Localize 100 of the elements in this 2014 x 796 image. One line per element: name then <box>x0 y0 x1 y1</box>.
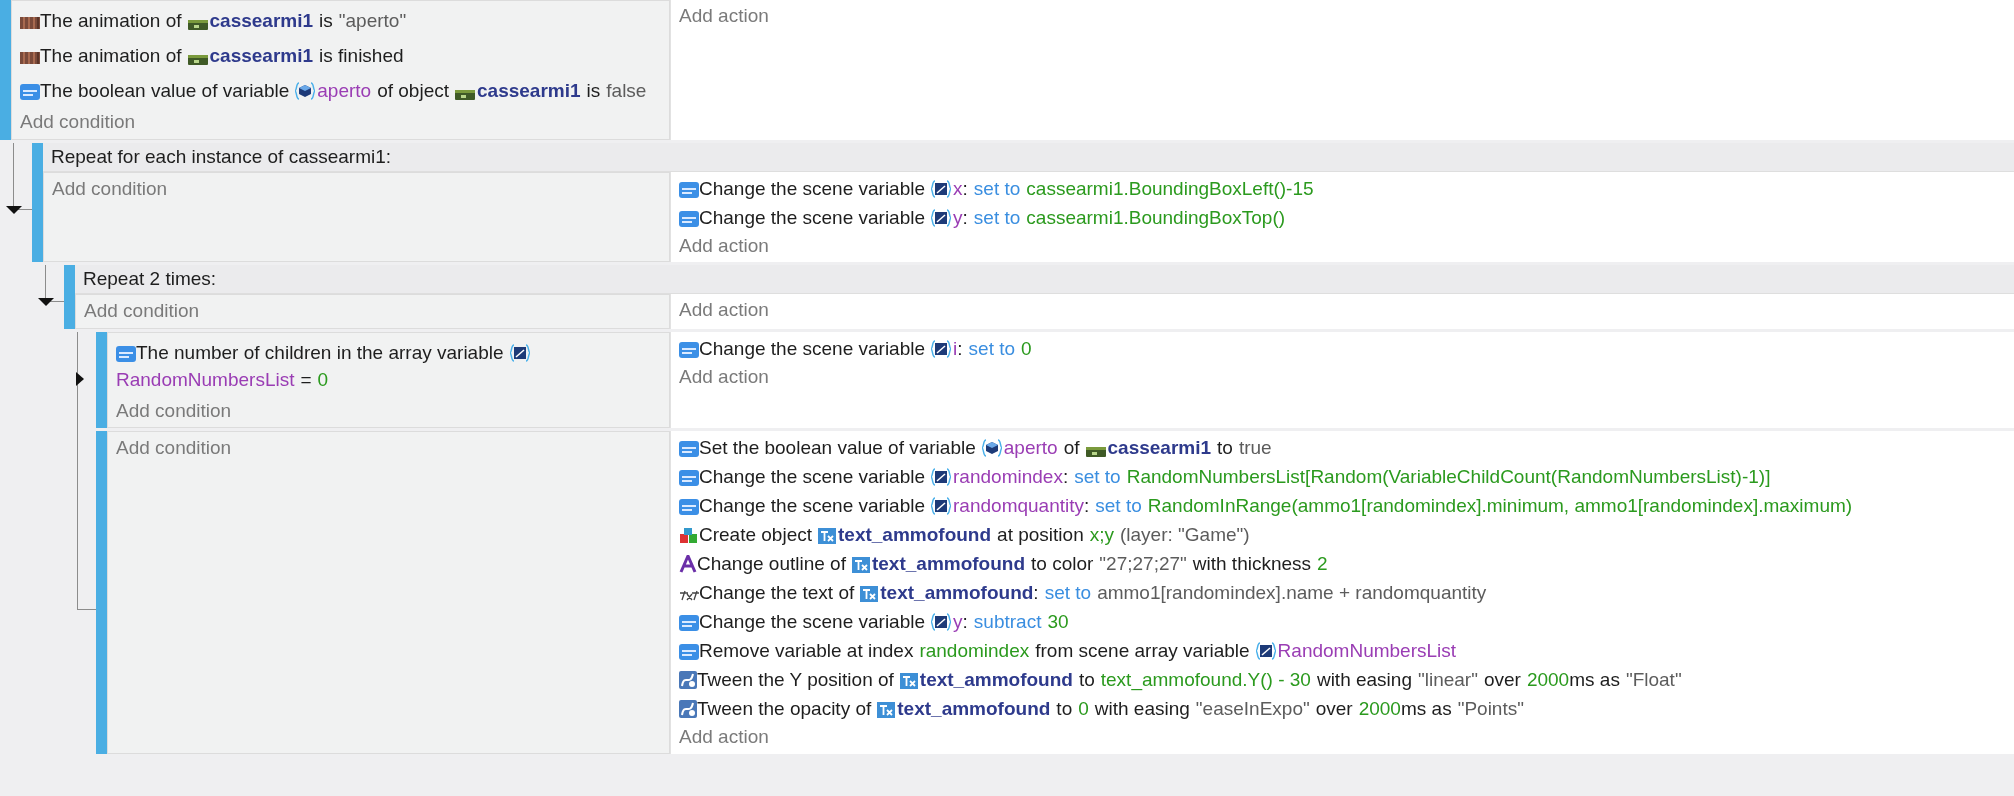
value-text: 0 <box>1021 337 1032 359</box>
instruction-text: The number of children in the array variable <box>136 341 504 363</box>
variable-icon <box>116 345 136 362</box>
instruction-text: Change the scene variable <box>699 611 926 632</box>
instruction-text: of object <box>377 80 449 101</box>
add-condition-button[interactable]: Add condition <box>52 174 168 202</box>
add-action-button[interactable]: Add action <box>679 2 769 29</box>
add-action-button[interactable]: Add action <box>679 231 769 259</box>
crate-icon <box>1085 445 1106 457</box>
instruction-text: at position <box>997 524 1084 545</box>
object-name: text_ammofound <box>838 524 992 545</box>
instruction-text: Tween the opacity of <box>697 698 872 719</box>
instruction-text: Change the text of <box>699 582 855 603</box>
instruction-text: The animation of <box>40 10 182 31</box>
value-text: RandomNumbersList[Random(VariableChildCount(RandomNumbersList)-1)] <box>1126 466 1771 487</box>
variable-name: x <box>953 177 963 199</box>
string-value: (layer: "Game") <box>1120 524 1250 545</box>
instruction-text: ms as <box>1400 698 1452 719</box>
toggle-arrow-icon[interactable] <box>38 297 54 306</box>
variable-name: RandomNumbersList <box>116 368 295 390</box>
object-name: text_ammofound <box>897 698 1051 719</box>
add-action-button[interactable]: Add action <box>679 723 769 750</box>
object-name: cassearmi1 <box>209 10 314 31</box>
repeat-header: Repeat for each instance of cassearmi1: <box>43 142 2014 172</box>
string-value: "linear" <box>1418 669 1478 690</box>
value-text: 2000 <box>1358 698 1401 719</box>
string-value: false <box>606 80 647 101</box>
operator-text: set to <box>1044 582 1092 603</box>
crate-icon <box>187 18 208 30</box>
value-text: text_ammofound.Y() - 30 <box>1100 669 1311 690</box>
variable-icon <box>679 341 699 358</box>
instruction-text: ms as <box>1569 669 1620 690</box>
operator-text: set to <box>973 206 1021 228</box>
instruction-text: Create object <box>699 524 812 545</box>
instruction-text: : <box>1084 495 1090 516</box>
braces-picture-icon <box>931 468 952 486</box>
instruction-text: Change the scene variable <box>699 337 926 359</box>
toggle-arrow-icon[interactable] <box>6 205 22 214</box>
add-action-button[interactable]: Add action <box>679 362 769 390</box>
braces-picture-icon <box>931 497 952 515</box>
variable-name: y <box>953 206 963 228</box>
value-text: 2000 <box>1526 669 1570 690</box>
film-strip-icon <box>20 16 40 30</box>
instruction-text: to color <box>1031 553 1094 574</box>
event-handle-bar[interactable] <box>64 265 75 329</box>
instruction-text: Change the scene variable <box>699 206 926 228</box>
instruction-text: Set the boolean value of variable <box>699 437 976 458</box>
variable-icon <box>679 499 699 515</box>
operator-text: set to <box>973 177 1021 199</box>
variable-icon <box>679 181 699 198</box>
event-handle-bar[interactable] <box>96 431 107 754</box>
object-name: cassearmi1 <box>477 80 581 101</box>
value-text: 0 <box>317 368 329 390</box>
text-object-icon <box>860 586 879 602</box>
event-handle-bar[interactable] <box>96 331 107 428</box>
instruction-text: The animation of <box>40 45 182 66</box>
value-text: x;y <box>1089 524 1114 545</box>
object-name: cassearmi1 <box>209 45 314 66</box>
variable-name: randomquantity <box>953 495 1084 516</box>
value-text: 0 <box>1078 698 1089 719</box>
braces-picture-icon <box>931 613 952 631</box>
variable-name: aperto <box>317 80 372 101</box>
event-handle-bar[interactable] <box>32 142 43 262</box>
string-value: true <box>1238 437 1272 458</box>
object-name: cassearmi1 <box>1107 437 1212 458</box>
operator-text: set to <box>968 337 1016 359</box>
crate-icon <box>187 53 208 65</box>
variable-icon <box>679 644 699 660</box>
instruction-text: to <box>1217 437 1233 458</box>
instruction-text: : <box>962 177 968 199</box>
add-condition-button[interactable]: Add condition <box>20 108 136 135</box>
variable-name: randomindex <box>953 466 1063 487</box>
instruction-text: Change the scene variable <box>699 177 926 199</box>
variable-icon <box>679 441 699 457</box>
variable-name: aperto <box>1003 437 1058 458</box>
value-text: RandomInRange(ammo1[randomindex].minimum, ammo1[randomindex].maximum) <box>1147 495 1853 516</box>
toggle-arrow-icon[interactable] <box>76 372 84 387</box>
crate-icon <box>455 88 475 100</box>
instruction-text: Change outline of <box>697 553 846 574</box>
variable-icon <box>679 615 699 631</box>
braces-picture-icon <box>1255 642 1276 660</box>
braces-picture-icon <box>931 208 952 227</box>
variable-icon <box>20 84 40 100</box>
outline-letter-icon <box>679 555 697 573</box>
instruction-text: over <box>1315 698 1353 719</box>
instruction-text: : <box>957 337 963 359</box>
add-action-button[interactable]: Add action <box>679 296 769 323</box>
instruction-text: Change the scene variable <box>699 495 926 516</box>
add-condition-button[interactable]: Add condition <box>84 297 200 324</box>
event-handle-bar[interactable] <box>0 0 11 140</box>
add-condition-button[interactable]: Add condition <box>116 434 232 461</box>
text-object-icon <box>851 557 870 573</box>
add-condition-button[interactable]: Add condition <box>116 396 232 424</box>
repeat-header: Repeat 2 times: <box>75 265 2014 294</box>
variable-name: i <box>953 337 958 359</box>
instruction-text: : <box>962 206 968 228</box>
text-object-icon <box>877 702 896 718</box>
instruction-text: with thickness <box>1192 553 1312 574</box>
value-text: 30 <box>1047 611 1069 632</box>
instruction-text: of <box>1063 437 1080 458</box>
